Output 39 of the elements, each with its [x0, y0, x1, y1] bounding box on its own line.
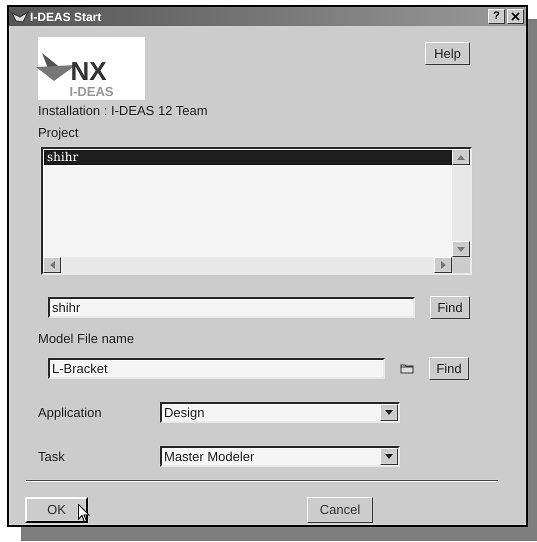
up-arrow-icon	[457, 154, 465, 160]
list-item[interactable]: shihr	[44, 150, 452, 165]
caret-icon[interactable]	[380, 404, 398, 421]
close-button[interactable]	[507, 9, 524, 24]
window-title: I-DEAS Start	[30, 8, 102, 26]
model-file-field[interactable]: L-Bracket	[48, 358, 385, 379]
cursor-icon	[78, 504, 90, 523]
logo-subtitle: I-DEAS	[69, 85, 114, 99]
help-button[interactable]: Help	[425, 42, 470, 65]
project-label: Project	[38, 125, 80, 141]
find-button[interactable]: Find	[430, 296, 470, 319]
scroll-down-button[interactable]	[452, 241, 470, 257]
vertical-scrollbar[interactable]	[452, 149, 470, 257]
left-arrow-icon	[50, 261, 54, 269]
project-list[interactable]: shihr	[41, 147, 472, 275]
dropdown[interactable]: Master Modeler	[160, 446, 400, 467]
installation-label: Installation : I-DEAS 12 Team	[38, 103, 209, 119]
close-icon	[511, 12, 520, 21]
help-title-button[interactable]: ?	[488, 9, 505, 24]
cancel-button[interactable]: Cancel	[307, 497, 373, 523]
down-arrow-icon	[385, 454, 393, 459]
right-arrow-icon	[440, 261, 446, 269]
scrollbar-corner	[452, 257, 470, 273]
scroll-right-button[interactable]	[434, 257, 452, 273]
dropdown[interactable]: Design	[160, 402, 400, 423]
model-file-label: Model File name	[38, 331, 136, 347]
horizontal-scrollbar[interactable]	[43, 257, 452, 273]
scroll-left-button[interactable]	[43, 257, 61, 273]
down-arrow-icon	[385, 410, 393, 415]
folder-icon[interactable]	[400, 363, 414, 374]
scroll-up-button[interactable]	[452, 149, 470, 165]
application-label: Application	[38, 404, 103, 422]
app-icon	[11, 10, 29, 22]
find-button[interactable]: Find	[429, 357, 469, 380]
caret-icon[interactable]	[380, 448, 398, 465]
project-field[interactable]: shihr	[48, 297, 415, 318]
logo-title: NX	[70, 59, 107, 83]
down-arrow-icon	[457, 246, 465, 252]
task-label: Task	[38, 448, 66, 466]
